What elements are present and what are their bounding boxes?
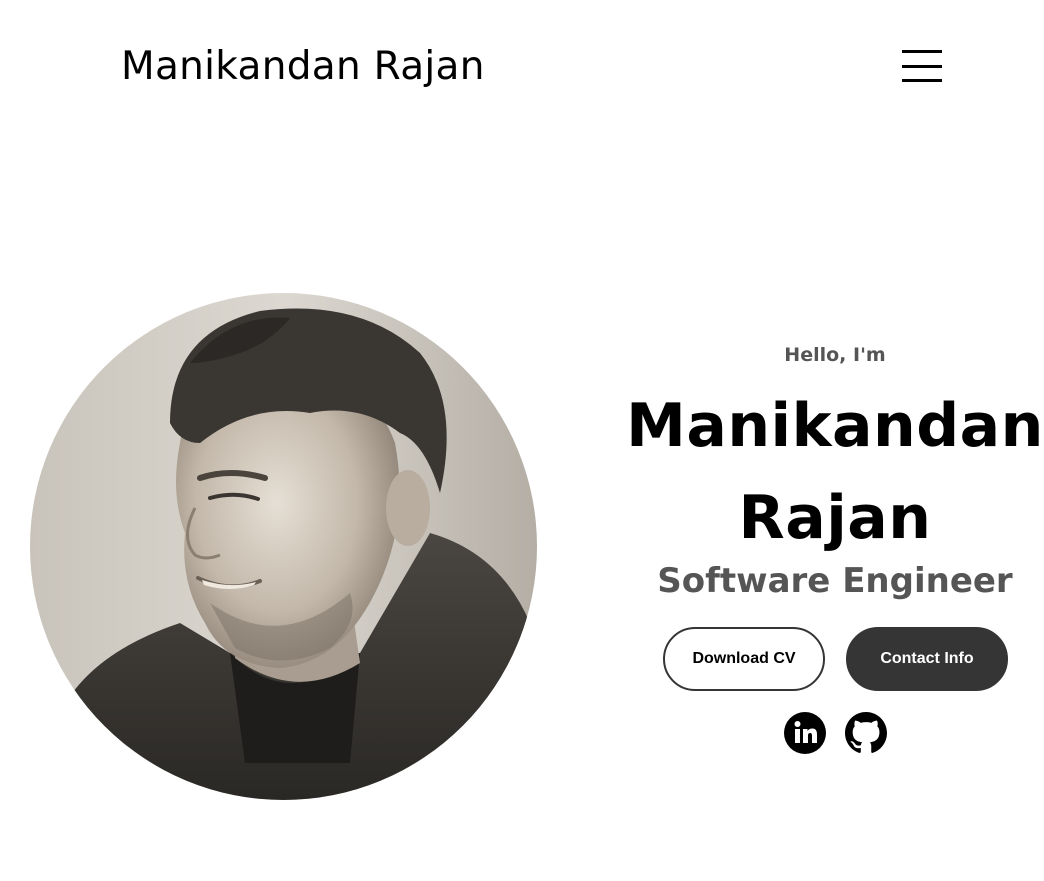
download-cv-button[interactable]: Download CV [663, 627, 825, 691]
hero-name-line2: Rajan [738, 483, 932, 553]
profile-photo [30, 293, 537, 800]
hero-name: Manikandan Rajan [620, 380, 1044, 564]
contact-info-button[interactable]: Contact Info [846, 627, 1008, 691]
hamburger-line [902, 79, 942, 82]
page: Manikandan Rajan Hello, I'm Manikandan R… [0, 0, 1044, 881]
job-title: Software Engineer [657, 561, 1013, 601]
hamburger-line [902, 50, 942, 53]
hamburger-line [902, 65, 942, 68]
hero-name-line1: Manikandan [626, 391, 1044, 461]
site-logo[interactable]: Manikandan Rajan [121, 40, 485, 94]
linkedin-icon[interactable] [784, 712, 826, 754]
greeting-text: Hello, I'm [784, 344, 886, 366]
github-icon[interactable] [845, 712, 887, 754]
hamburger-menu-icon[interactable] [902, 50, 942, 82]
